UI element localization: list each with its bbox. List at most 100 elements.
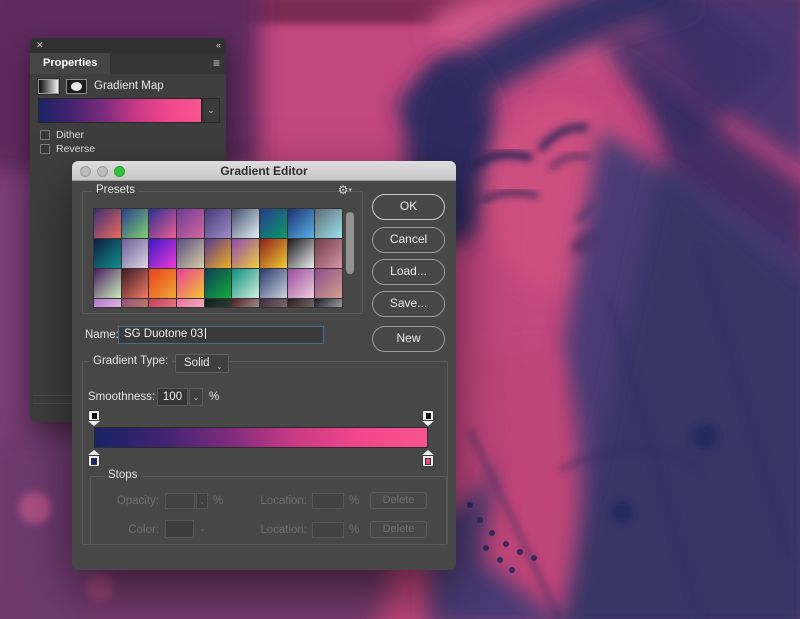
stops-label: Stops	[104, 469, 141, 481]
location-input-1	[312, 493, 344, 509]
reverse-checkbox[interactable]	[40, 144, 50, 154]
delete-button-1: Delete	[370, 492, 427, 509]
gradient-type-select[interactable]: Solid ⌄	[175, 354, 229, 373]
location-label-2: Location:	[257, 524, 307, 536]
dialog-titlebar[interactable]: Gradient Editor	[72, 161, 456, 181]
smoothness-input[interactable]: 100	[157, 388, 188, 406]
gradient-preset-swatch[interactable]	[177, 269, 204, 298]
opacity-input	[165, 493, 195, 509]
gradient-preset-swatch[interactable]	[288, 209, 315, 238]
stops-group: Stops Opacity: ⌄ % Location: % Delete Co…	[90, 476, 447, 545]
gradient-preset-swatch[interactable]	[205, 239, 232, 268]
gradient-preset-swatch[interactable]	[288, 299, 315, 308]
name-value: SG Duotone 03	[124, 328, 203, 340]
adjustment-title: Gradient Map	[94, 80, 164, 92]
save-button[interactable]: Save...	[372, 291, 445, 317]
opacity-label: Opacity:	[111, 495, 159, 507]
gradient-preset-swatch[interactable]	[232, 269, 259, 298]
smoothness-label: Smoothness:	[88, 391, 155, 403]
gradient-preset-swatch[interactable]	[288, 269, 315, 298]
opacity-stop-left[interactable]	[88, 410, 100, 426]
color-swatch-box	[165, 520, 194, 538]
gradient-fill-icon[interactable]	[38, 79, 59, 94]
gradient-preset-swatch[interactable]	[94, 239, 121, 268]
cancel-button[interactable]: Cancel	[372, 227, 445, 253]
gradient-preset-swatch[interactable]	[149, 209, 176, 238]
presets-grid	[93, 208, 343, 308]
color-stop-right[interactable]	[422, 450, 434, 467]
gradient-preset-swatch[interactable]	[149, 299, 176, 308]
gradient-preset-swatch[interactable]	[232, 299, 259, 308]
name-label: Name:	[85, 329, 119, 341]
gradient-edit-bar[interactable]	[94, 427, 428, 448]
delete-button-2: Delete	[370, 521, 427, 538]
gear-dropdown-icon: ▾	[348, 187, 352, 194]
new-button[interactable]: New	[372, 326, 445, 352]
gradient-preset-swatch[interactable]	[260, 239, 287, 268]
gradient-name-input[interactable]: SG Duotone 03	[118, 326, 324, 344]
presets-label: Presets	[92, 184, 139, 196]
location-percent-1: %	[349, 495, 359, 507]
gradient-preset-swatch[interactable]	[177, 299, 204, 308]
gradient-preset-swatch[interactable]	[315, 209, 342, 238]
location-label-1: Location:	[257, 495, 307, 507]
text-cursor	[205, 328, 206, 339]
gradient-preset-swatch[interactable]	[122, 269, 149, 298]
collapse-panel-icon[interactable]: «	[216, 40, 220, 50]
reverse-label: Reverse	[56, 143, 95, 155]
presets-menu[interactable]: ⚙▾	[338, 183, 352, 197]
gradient-preset-swatch[interactable]	[288, 239, 315, 268]
gradient-preset-swatch[interactable]	[205, 299, 232, 308]
dialog-title: Gradient Editor	[72, 164, 456, 178]
gradient-preset-swatch[interactable]	[232, 239, 259, 268]
presets-group: Presets ⚙▾	[82, 191, 363, 314]
opacity-stop-right[interactable]	[422, 410, 434, 426]
location-percent-2: %	[349, 524, 359, 536]
layer-mask-icon[interactable]	[66, 79, 87, 94]
presets-scrollbar-thumb[interactable]	[346, 212, 354, 274]
gradient-preset-swatch[interactable]	[149, 239, 176, 268]
gradient-preset-swatch[interactable]	[94, 299, 121, 308]
chevron-down-icon: ⌄	[216, 358, 223, 375]
color-stop-left[interactable]	[88, 450, 100, 467]
gradient-preset-swatch[interactable]	[232, 209, 259, 238]
gradient-preview-bar[interactable]	[38, 98, 202, 123]
gradient-preset-swatch[interactable]	[315, 269, 342, 298]
close-icon[interactable]: ✕	[36, 40, 44, 51]
opacity-dropdown-icon: ⌄	[196, 493, 208, 509]
gradient-preset-swatch[interactable]	[122, 239, 149, 268]
ok-button[interactable]: OK	[372, 194, 445, 220]
panel-tab-row: Properties ≡	[30, 53, 226, 74]
load-button[interactable]: Load...	[372, 259, 445, 285]
gradient-preset-swatch[interactable]	[260, 299, 287, 308]
gradient-type-value: Solid	[184, 357, 210, 369]
gradient-preset-swatch[interactable]	[315, 299, 342, 308]
dither-checkbox[interactable]	[40, 130, 50, 140]
smoothness-percent: %	[209, 391, 219, 403]
gradient-preset-swatch[interactable]	[94, 209, 121, 238]
gradient-preset-swatch[interactable]	[205, 269, 232, 298]
gradient-preset-swatch[interactable]	[149, 269, 176, 298]
gradient-preset-swatch[interactable]	[260, 269, 287, 298]
mask-ellipse	[71, 82, 82, 91]
gradient-preset-swatch[interactable]	[122, 299, 149, 308]
gradient-preset-swatch[interactable]	[177, 239, 204, 268]
gradient-preset-swatch[interactable]	[94, 269, 121, 298]
color-dropdown-icon: ⌄	[199, 524, 206, 533]
gradient-picker-dropdown[interactable]: ⌄	[202, 98, 220, 123]
color-label: Color:	[111, 524, 159, 536]
location-input-2	[312, 522, 344, 538]
panel-menu-icon[interactable]: ≡	[213, 56, 220, 70]
gradient-preset-swatch[interactable]	[205, 209, 232, 238]
gradient-preset-swatch[interactable]	[122, 209, 149, 238]
tab-properties[interactable]: Properties	[30, 53, 110, 74]
gradient-type-label: Gradient Type:	[89, 355, 172, 367]
opacity-percent: %	[213, 495, 223, 507]
gradient-preset-swatch[interactable]	[177, 209, 204, 238]
gradient-editor-dialog: Gradient Editor Presets ⚙▾ OK Cancel Loa…	[72, 161, 456, 570]
gear-icon: ⚙	[338, 183, 349, 197]
panel-header: ✕ «	[30, 38, 226, 53]
smoothness-dropdown-icon[interactable]: ⌄	[189, 388, 203, 406]
gradient-preset-swatch[interactable]	[260, 209, 287, 238]
gradient-preset-swatch[interactable]	[315, 239, 342, 268]
